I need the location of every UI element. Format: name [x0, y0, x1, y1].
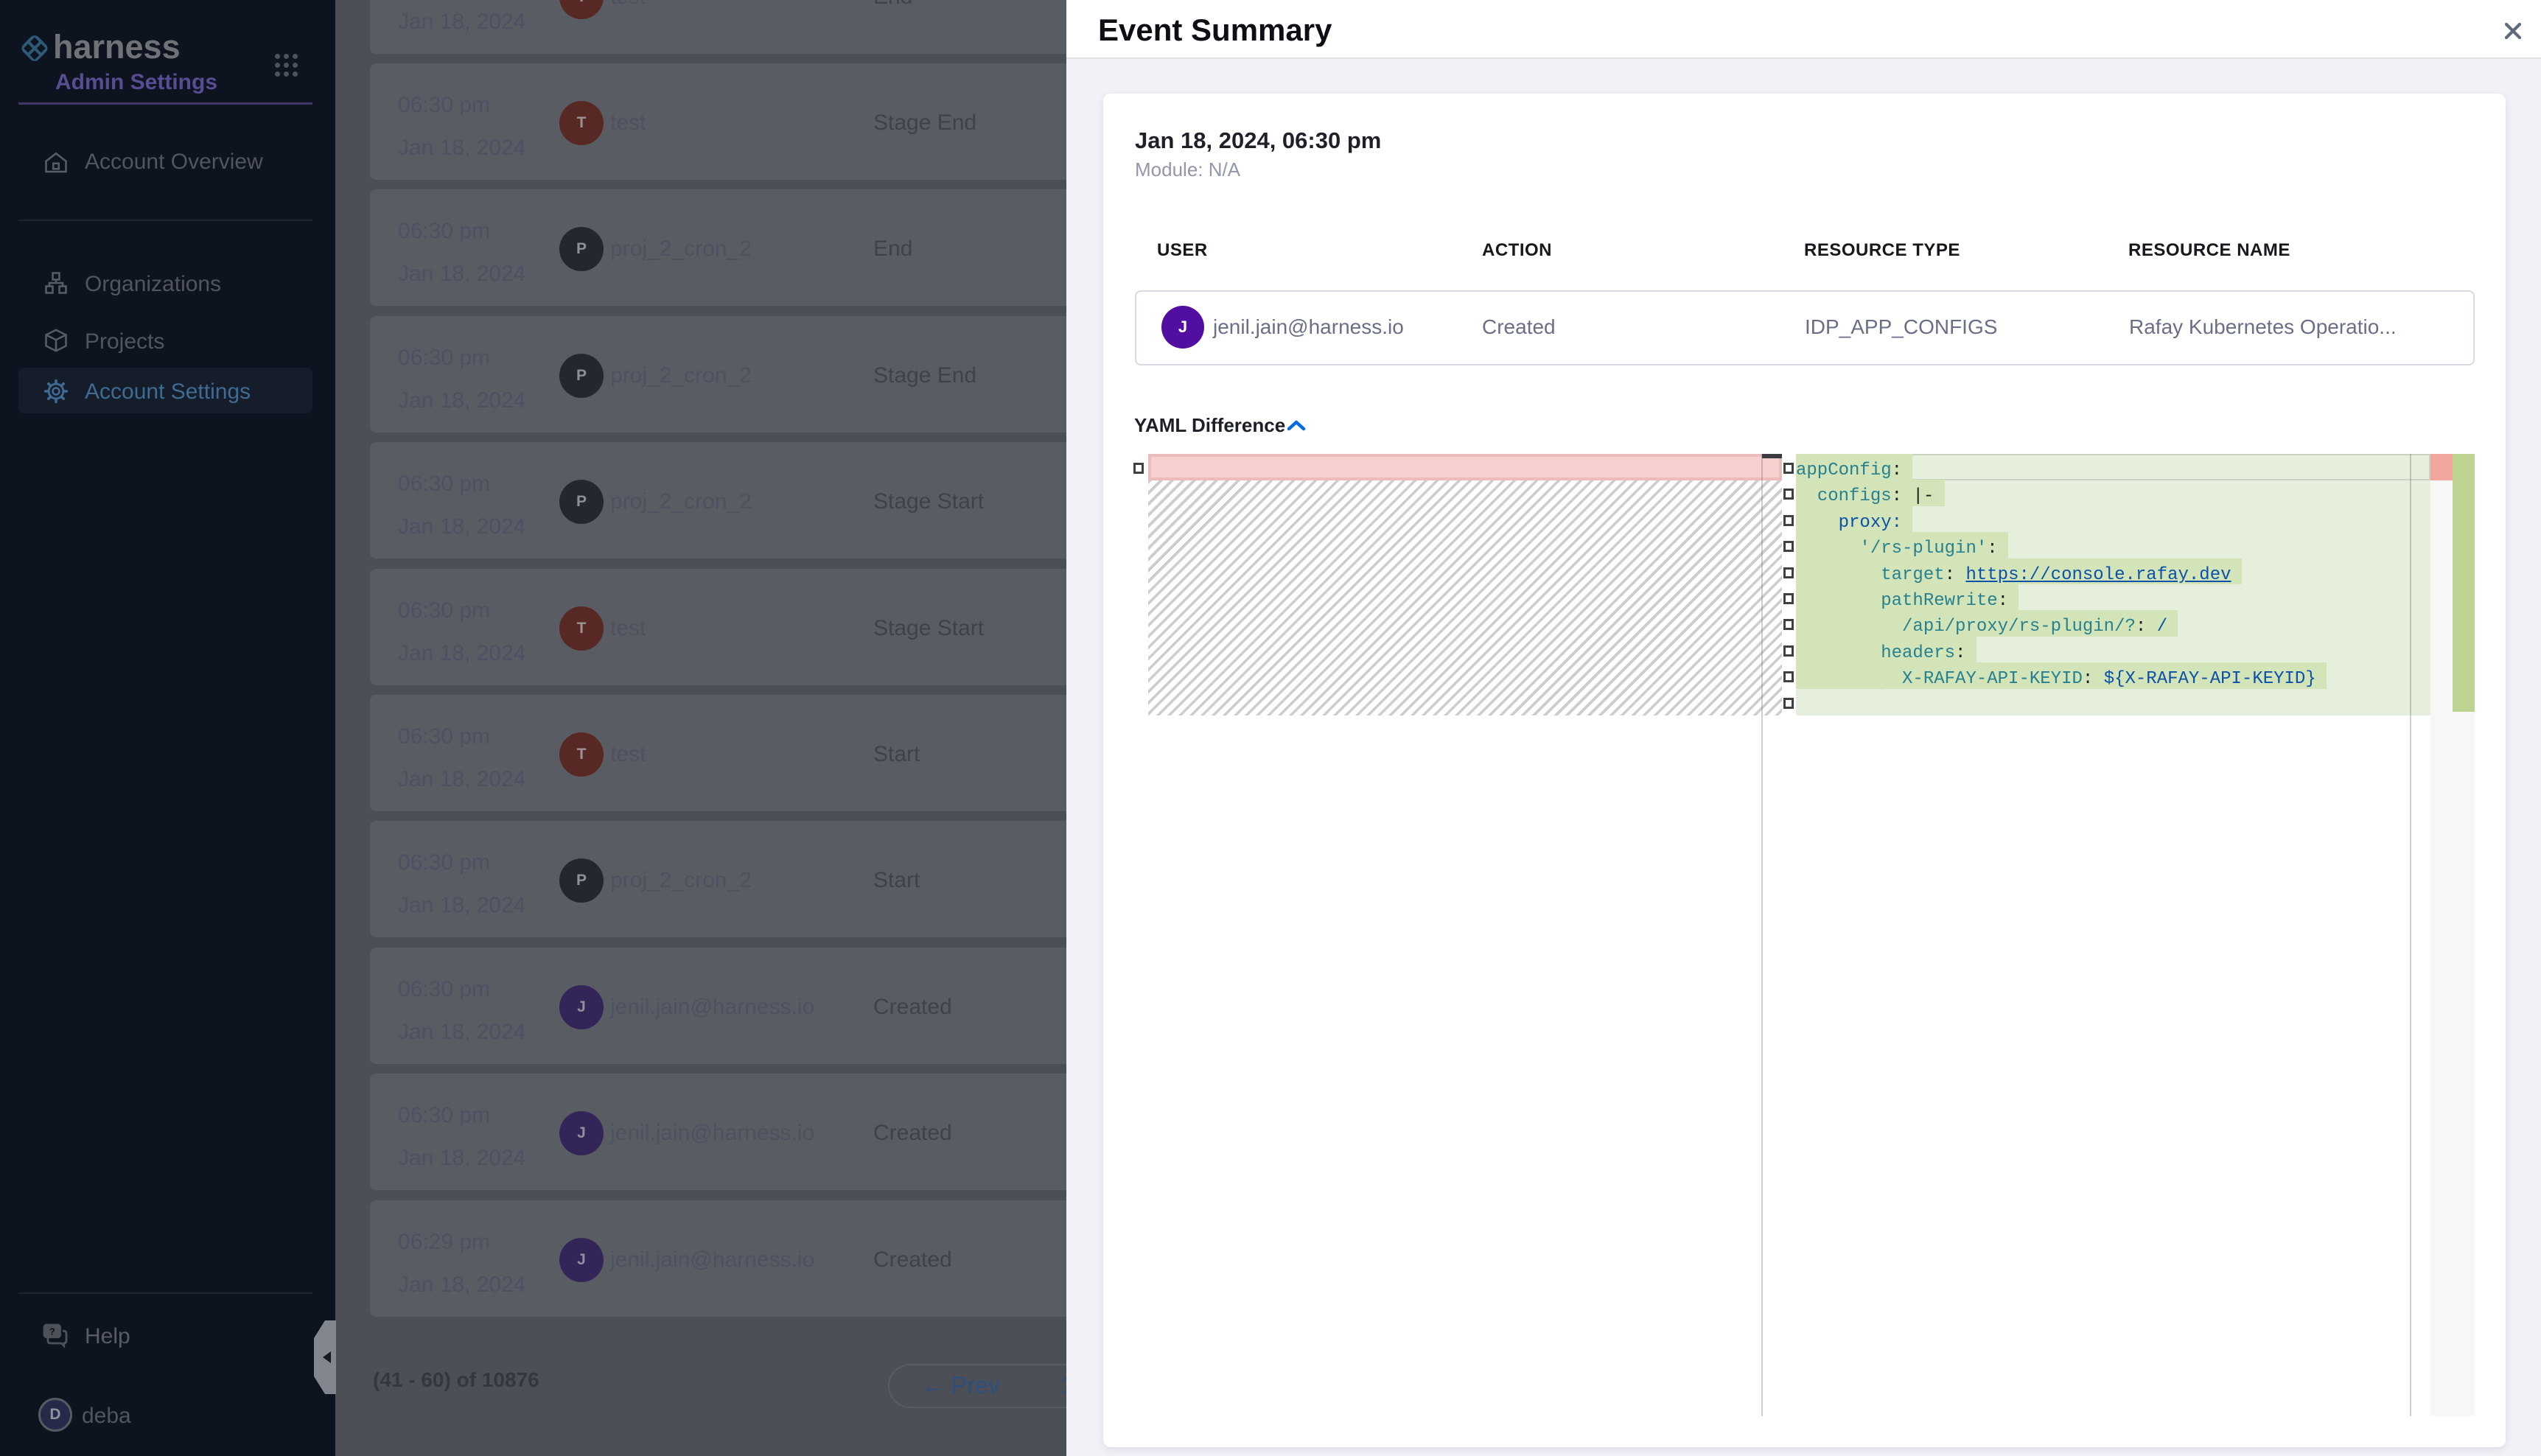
svg-text:?: ? — [49, 1326, 55, 1337]
